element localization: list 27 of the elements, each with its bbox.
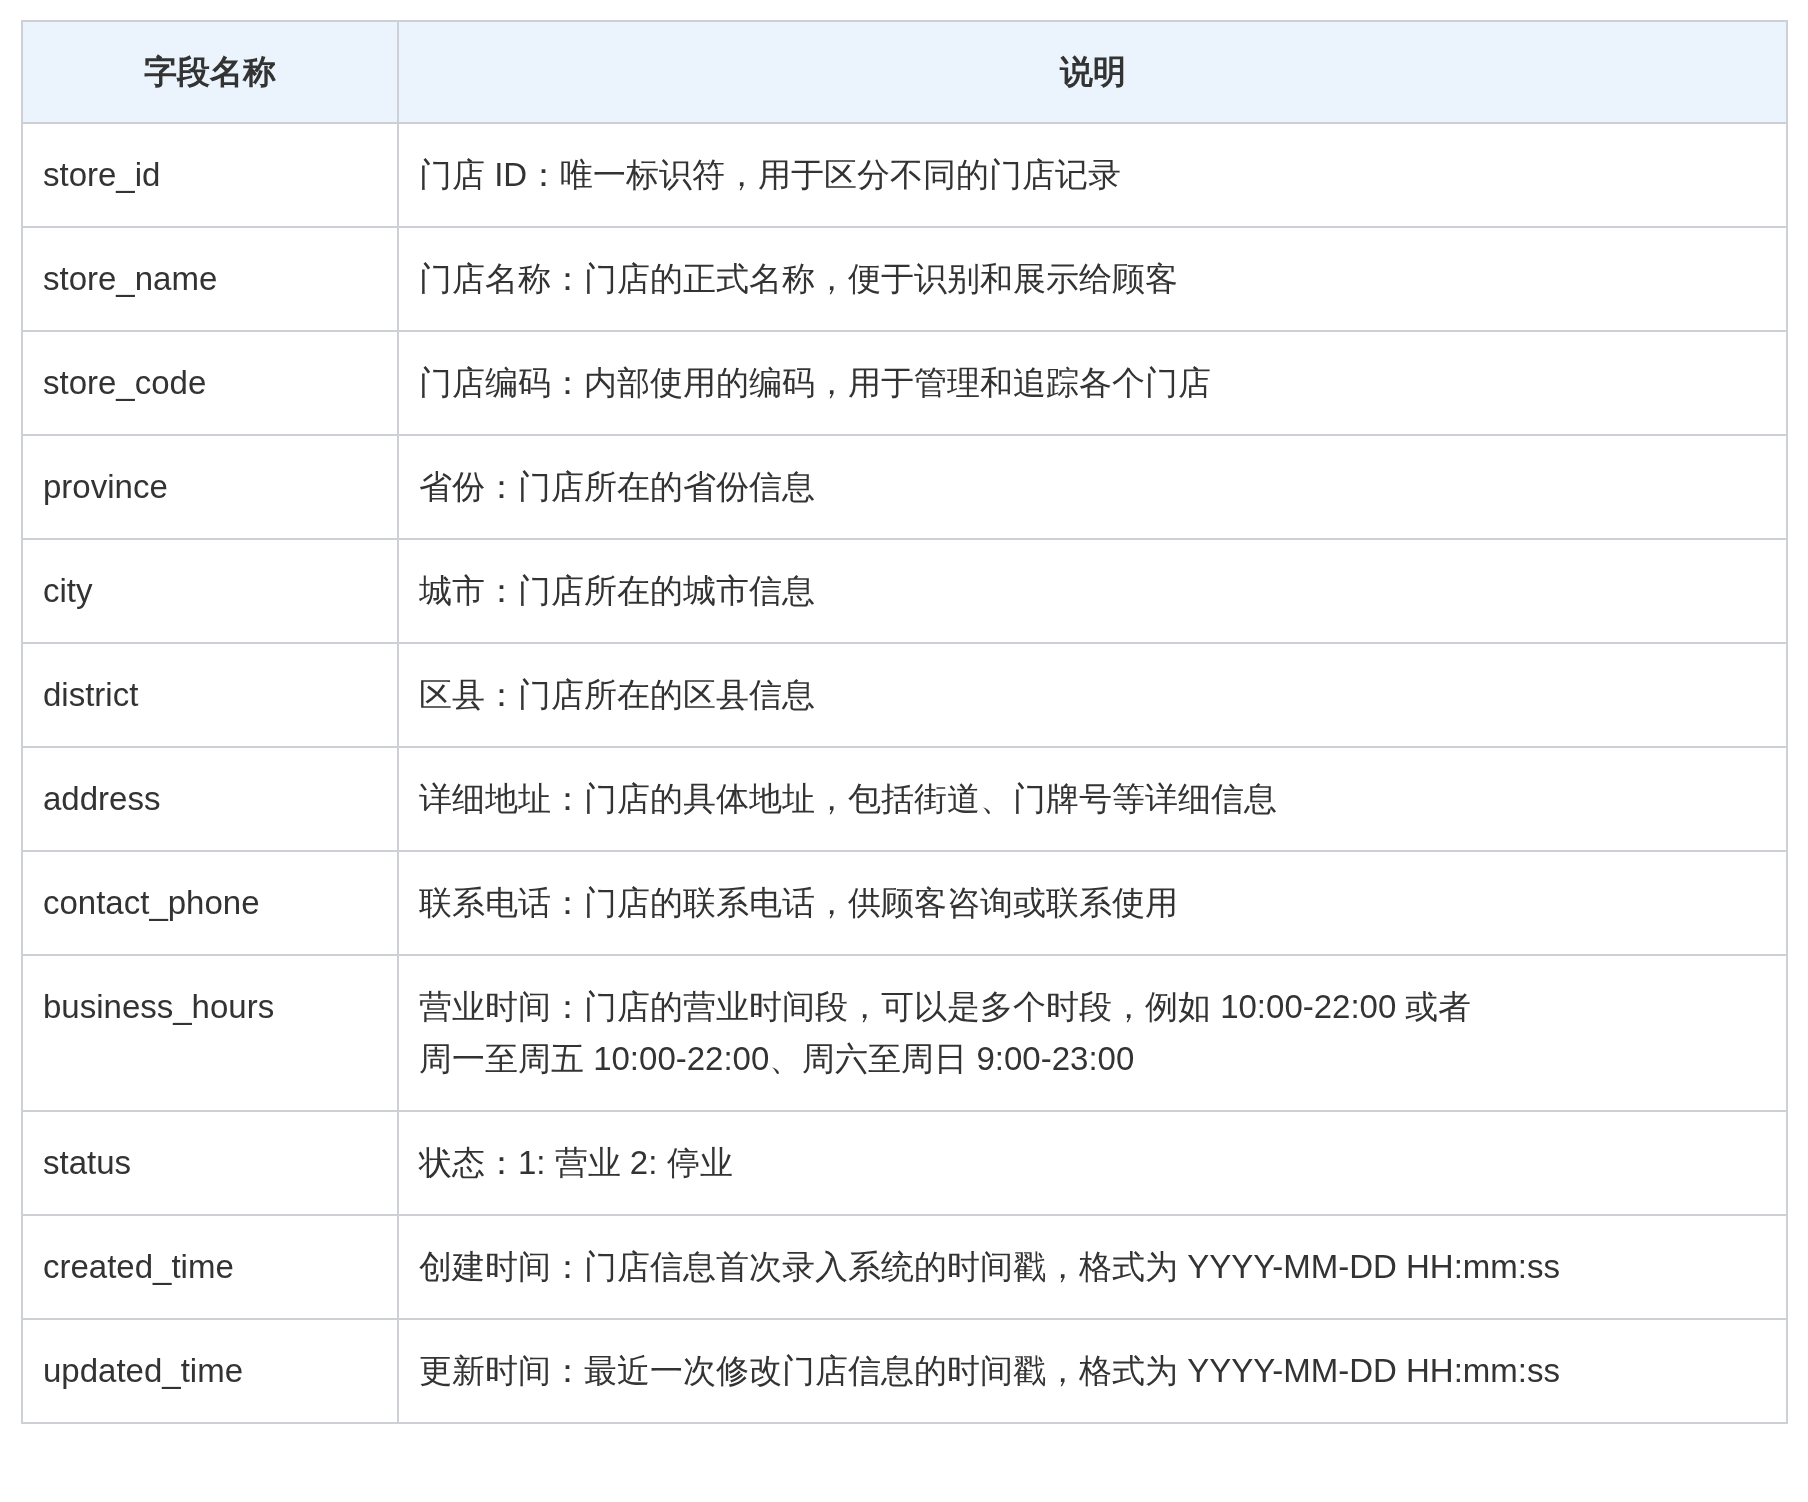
column-header: 说明 (398, 21, 1787, 123)
table-cell: store_id (22, 123, 398, 227)
table-cell: city (22, 539, 398, 643)
description-text: 门店编码：内部使用的编码，用于管理和追踪各个门店 (419, 363, 1211, 403)
table-cell: contact_phone (22, 851, 398, 955)
table-cell: address (22, 747, 398, 851)
description-text: 省份：门店所在的省份信息 (419, 467, 815, 507)
table-cell: business_hours (22, 955, 398, 1111)
description-text: 联系电话：门店的联系电话，供顾客咨询或联系使用 (419, 883, 1178, 923)
description-text: 城市：门店所在的城市信息 (419, 571, 815, 611)
table-cell: store_name (22, 227, 398, 331)
table-cell: district (22, 643, 398, 747)
table-cell: updated_time (22, 1319, 398, 1423)
table-cell: status (22, 1111, 398, 1215)
description-text: 创建时间：门店信息首次录入系统的时间戳，格式为 YYYY-MM-DD HH:mm:ss (419, 1247, 1560, 1287)
description-text: 门店 ID：唯一标识符，用于区分不同的门店记录 (419, 155, 1122, 195)
table-cell: created_time (22, 1215, 398, 1319)
description-text: 详细地址：门店的具体地址，包括街道、门牌号等详细信息 (419, 779, 1277, 819)
table-cell: store_code (22, 331, 398, 435)
description-text: 状态：1: 营业 2: 停业 (419, 1143, 733, 1183)
description-text: 门店名称：门店的正式名称，便于识别和展示给顾客 (419, 259, 1178, 299)
table-cell: province (22, 435, 398, 539)
description-text: 周一至周五 10:00-22:00、周六至周日 9:00-23:00 (419, 1039, 1135, 1079)
column-header: 字段名称 (22, 21, 398, 123)
description-text: 更新时间：最近一次修改门店信息的时间戳，格式为 YYYY-MM-DD HH:mm:ss (419, 1351, 1560, 1391)
description-text: 营业时间：门店的营业时间段，可以是多个时段，例如 10:00-22:00 或者 (419, 987, 1472, 1027)
description-text: 区县：门店所在的区县信息 (419, 675, 815, 715)
